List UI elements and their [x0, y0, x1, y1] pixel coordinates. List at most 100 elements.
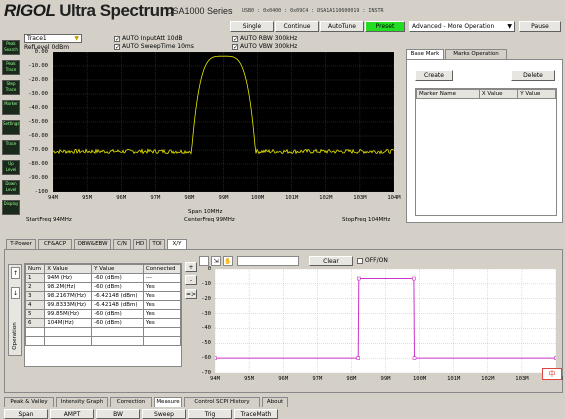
xy-y-tick-label: -60: [201, 355, 211, 362]
tab-t-power[interactable]: T-Power: [6, 239, 36, 249]
pan-hand-icon[interactable]: ✋: [223, 256, 233, 266]
offon-toggle[interactable]: OFF/ON: [357, 257, 388, 264]
mode-dropdown[interactable]: Advanced - More Operation ▼: [409, 21, 515, 32]
left-toolbar: Peak Search Peak Trace Step Trace Marker Set…: [0, 38, 22, 224]
checkbox-icon: [357, 257, 363, 264]
arrow-up-icon[interactable]: ↑: [11, 267, 20, 279]
table-row[interactable]: 5 99.85M(Hz) -60 (dBm) Yes: [24, 309, 182, 319]
measure-panel: ↑ ↓ Operation Num X Value Y Value Connected…: [4, 249, 563, 393]
settings-icon[interactable]: Settings: [2, 120, 20, 135]
autotune-button[interactable]: AutoTune: [320, 21, 364, 32]
chart-input-field[interactable]: [237, 256, 299, 266]
tab-measure[interactable]: Measure: [154, 397, 182, 407]
data-point[interactable]: [356, 276, 361, 281]
operation-sidebar[interactable]: ↑ ↓ Operation: [8, 264, 22, 356]
tab-hd[interactable]: HD: [133, 239, 147, 249]
fit-icon[interactable]: ⇲: [211, 256, 221, 266]
marker-panel: Create Delete Marker Name X Value Y Valu…: [406, 59, 563, 223]
col-y-value: Y Value: [91, 264, 144, 274]
pause-button[interactable]: Pause: [519, 21, 561, 32]
sweep-button[interactable]: Sweep: [142, 409, 186, 419]
xy-x-tick-label: 97M: [312, 376, 323, 382]
table-cell: [142, 327, 182, 337]
table-cell: 98.2M(Hz): [44, 282, 93, 292]
zoom-icon[interactable]: [199, 256, 209, 266]
trig-button[interactable]: Trig: [188, 409, 232, 419]
peak-trace-icon[interactable]: Peak Trace: [2, 60, 20, 75]
tracemath-button[interactable]: TraceMath: [234, 409, 278, 419]
data-point[interactable]: [554, 356, 557, 360]
table-cell: 94M (Hz): [44, 273, 93, 283]
table-row[interactable]: 6 104M(Hz) -60 (dBm) Yes: [24, 318, 182, 328]
tab-intensity-graph[interactable]: Intensity Graph: [56, 397, 108, 407]
table-row[interactable]: 4 99.8333M(Hz) -6.42148 (dBm) Yes: [24, 300, 182, 310]
peak-search-icon[interactable]: Peak Search: [2, 40, 20, 55]
data-point[interactable]: [215, 356, 217, 360]
table-row[interactable]: [24, 327, 182, 337]
xy-y-tick-label: -30: [201, 310, 211, 317]
delete-marker-button[interactable]: Delete: [511, 70, 555, 81]
step-trace-icon[interactable]: Step Trace: [2, 80, 20, 95]
y-tick-label: -50.00: [28, 119, 48, 125]
table-cell: [24, 336, 46, 346]
up-level-icon[interactable]: Up Level: [2, 160, 20, 175]
col-marker-name: Marker Name: [416, 89, 480, 99]
bw-button[interactable]: BW: [96, 409, 140, 419]
table-cell: Yes: [142, 282, 182, 292]
preset-button[interactable]: Preset: [365, 21, 405, 32]
usb-info: USB0 : 0x0400 : 0x09C4 : DSA1A110600019 …: [242, 8, 384, 14]
spectrum-plot: [53, 52, 394, 192]
x-tick-label: 95M: [82, 195, 93, 201]
y-tick-label: -60.00: [28, 133, 48, 139]
y-tick-label: -70.00: [28, 147, 48, 153]
table-row[interactable]: 2 98.2M(Hz) -60 (dBm) Yes: [24, 282, 182, 292]
y-tick-label: -80.00: [28, 161, 48, 167]
sweep-time-option[interactable]: ✓ AUTO SweepTime 10ms: [114, 43, 194, 50]
x-tick-label: 97M: [150, 195, 161, 201]
data-point[interactable]: [356, 356, 361, 360]
tab-toi[interactable]: TOI: [149, 239, 165, 249]
trace-select[interactable]: Trace1 ▼: [24, 34, 82, 43]
tab-base-mark[interactable]: Base Mark: [406, 49, 444, 59]
tab-correction[interactable]: Correction: [110, 397, 152, 407]
xy-chart: 0 -10 -20 -30 -40 -50 -60 -70 94M 95M 96M 97M 98M 99…: [195, 266, 563, 387]
data-point[interactable]: [412, 276, 416, 281]
table-row[interactable]: 1 94M (Hz) -60 (dBm) ---: [24, 273, 182, 283]
x-tick-label: 99M: [218, 195, 229, 201]
arrow-down-icon[interactable]: ↓: [11, 287, 20, 299]
tab-control-scpi-history[interactable]: Control SCPI History: [184, 397, 260, 407]
span-button[interactable]: Span: [4, 409, 48, 419]
data-point[interactable]: [412, 356, 417, 360]
ampt-button[interactable]: AMPT: [50, 409, 94, 419]
xy-y-tick-label: -20: [201, 295, 211, 302]
xy-y-tick-label: 0: [207, 266, 211, 272]
tab-x-y[interactable]: X/Y: [167, 239, 187, 249]
input-att-option[interactable]: ✓ AUTO InputAtt 10dB: [114, 35, 183, 42]
x-tick-label: 96M: [116, 195, 127, 201]
vbw-option[interactable]: ✓ AUTO VBW 300kHz: [232, 43, 297, 50]
mode-dropdown-label: Advanced - More Operation: [412, 23, 495, 30]
tab-cf-acp[interactable]: CF&ACP: [38, 239, 72, 249]
single-button[interactable]: Single: [230, 21, 274, 32]
tab-about[interactable]: About: [262, 397, 288, 407]
table-cell: [91, 336, 144, 346]
create-marker-button[interactable]: Create: [415, 70, 453, 81]
table-cell: 98.2167M(Hz): [44, 291, 93, 301]
clear-button[interactable]: Clear: [309, 256, 353, 266]
rbw-option[interactable]: ✓ AUTO RBW 300kHz: [232, 35, 297, 42]
xy-x-tick-label: 94M: [210, 376, 220, 382]
table-row[interactable]: 3 98.2167M(Hz) -6.42148 (dBm) Yes: [24, 291, 182, 301]
tab-peak-valley[interactable]: Peak & Valley: [4, 397, 54, 407]
marker-icon[interactable]: Marker: [2, 100, 20, 115]
trace-icon[interactable]: Trace: [2, 140, 20, 155]
tab-marks-operation[interactable]: Marks Operation: [445, 49, 507, 59]
tab-obw-ebw[interactable]: OBW&EBW: [74, 239, 111, 249]
display-icon[interactable]: Display: [2, 200, 20, 215]
table-row[interactable]: [24, 336, 182, 346]
col-y-value: Y Value: [517, 89, 556, 99]
continue-button[interactable]: Continue: [275, 21, 319, 32]
x-tick-label: 101M: [285, 195, 299, 201]
table-cell: 6: [24, 318, 46, 328]
down-level-icon[interactable]: Down Level: [2, 180, 20, 195]
tab-c-n[interactable]: C/N: [113, 239, 131, 249]
